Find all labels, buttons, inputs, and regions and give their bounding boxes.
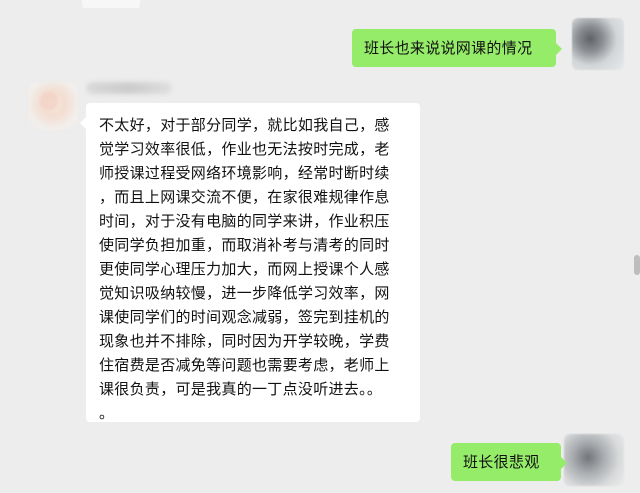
user-avatar-bottom[interactable] <box>564 434 624 486</box>
user-avatar-top[interactable] <box>572 18 624 70</box>
outgoing-message-1[interactable]: 班长也来说说网课的情况 <box>352 29 562 67</box>
top-strip <box>82 0 140 8</box>
outgoing-message-2[interactable]: 班长很悲观 <box>451 443 567 481</box>
scrollbar[interactable] <box>634 255 640 275</box>
incoming-message-1[interactable]: 不太好，对于部分同学，就比如我自己，感 觉学习效率很低，作业也无法按时完成，老 … <box>80 103 420 422</box>
contact-name-blurred <box>86 82 172 94</box>
contact-avatar[interactable] <box>28 82 78 130</box>
chat-area: 班长也来说说网课的情况 不太好，对于部分同学，就比如我自己，感 觉学习效率很低，… <box>0 0 640 493</box>
